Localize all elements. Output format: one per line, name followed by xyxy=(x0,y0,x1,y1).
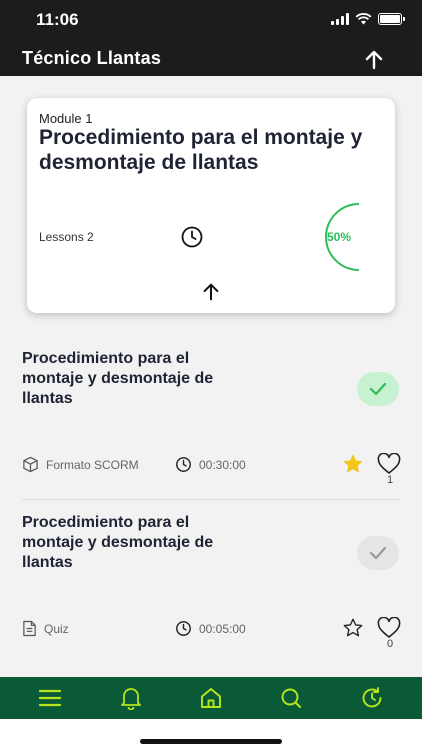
page-title: Técnico Llantas xyxy=(22,48,162,68)
document-icon xyxy=(23,620,36,637)
lesson-duration: 00:30:00 xyxy=(175,456,246,473)
search-icon xyxy=(281,688,302,708)
collapse-arrow-up-icon[interactable] xyxy=(200,281,222,303)
lesson-title: Procedimiento para el montaje y desmonta… xyxy=(22,514,214,571)
menu-icon xyxy=(39,689,62,707)
home-indicator[interactable] xyxy=(140,739,282,744)
wifi-icon xyxy=(355,13,372,25)
nav-search-button[interactable] xyxy=(276,683,306,713)
star-outline-icon[interactable] xyxy=(342,617,364,639)
status-icons xyxy=(331,13,405,25)
cellular-signal-icon xyxy=(331,13,349,25)
lesson-duration: 00:05:00 xyxy=(175,620,246,637)
star-icon[interactable] xyxy=(342,453,364,475)
like-count: 1 xyxy=(387,474,394,486)
cube-icon xyxy=(23,456,38,473)
clock-icon xyxy=(176,457,191,472)
module-label: Module 1 xyxy=(39,111,93,126)
nav-history-button[interactable] xyxy=(357,683,387,713)
lesson-format: Formato SCORM xyxy=(22,456,139,473)
like-count: 0 xyxy=(387,638,394,650)
home-icon xyxy=(201,688,221,708)
clock-icon xyxy=(176,621,191,636)
top-bar: 11:06 Técnico Llantas xyxy=(0,0,422,76)
lesson-duration-label: 00:30:00 xyxy=(199,457,246,472)
progress-percent: 50% xyxy=(327,230,352,244)
incomplete-check-button[interactable] xyxy=(357,536,399,570)
bottom-nav xyxy=(0,677,422,719)
app-screen: 11:06 Técnico Llantas Module 1 Procedimi… xyxy=(0,0,422,750)
nav-home-button[interactable] xyxy=(196,683,226,713)
nav-menu-button[interactable] xyxy=(35,683,65,713)
check-icon xyxy=(369,382,387,396)
lessons-count: Lessons 2 xyxy=(39,230,94,244)
heart-icon[interactable] xyxy=(377,453,401,475)
lesson-title: Procedimiento para el montaje y desmonta… xyxy=(22,350,214,407)
module-title: Procedimiento para el montaje y desmonta… xyxy=(39,126,363,174)
module-card[interactable]: Module 1 Procedimiento para el montaje y… xyxy=(27,98,395,313)
bell-icon xyxy=(120,688,141,710)
clock-icon xyxy=(181,226,203,248)
home-indicator-area xyxy=(0,719,422,750)
lesson-duration-label: 00:05:00 xyxy=(199,621,246,636)
status-time: 11:06 xyxy=(36,10,79,29)
divider xyxy=(22,499,400,500)
history-icon xyxy=(362,687,382,708)
arrow-up-icon[interactable] xyxy=(362,48,386,72)
nav-notifications-button[interactable] xyxy=(116,683,146,713)
battery-icon xyxy=(378,13,405,25)
lesson-format: Quiz xyxy=(22,620,69,637)
lesson-format-label: Formato SCORM xyxy=(46,457,139,472)
check-icon xyxy=(369,546,387,560)
lesson-format-label: Quiz xyxy=(44,621,69,636)
completed-check-button[interactable] xyxy=(357,372,399,406)
heart-icon[interactable] xyxy=(377,617,401,639)
